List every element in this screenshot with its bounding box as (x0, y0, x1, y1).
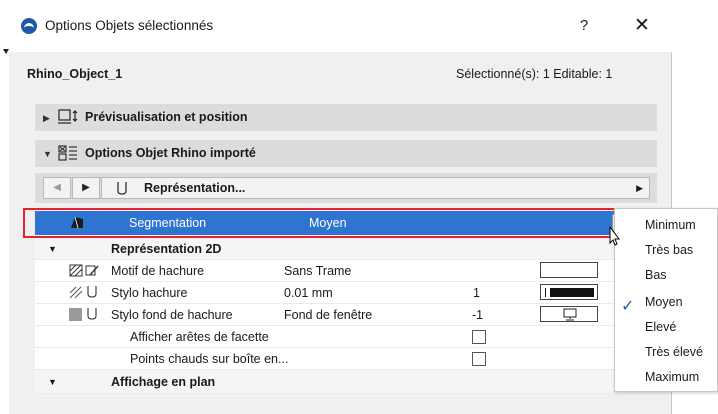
collapse-arrow-icon[interactable]: ▼ (48, 244, 57, 254)
title-bar: Options Objets sélectionnés ? ✕ (9, 0, 672, 52)
option-tres-bas[interactable]: Très bas (645, 243, 693, 257)
left-edge-strip (0, 0, 9, 414)
pen-representation-icon (117, 182, 127, 195)
collapse-arrow-icon[interactable]: ▼ (48, 377, 57, 387)
row-motif-hachure[interactable]: Motif de hachure Sans Trame (35, 260, 657, 282)
object-options-icon (58, 145, 77, 161)
section-rhino-options[interactable]: ▼ Options Objet Rhino importé (35, 140, 657, 167)
pen-icon (87, 308, 97, 320)
help-button[interactable]: ? (569, 14, 599, 38)
option-maximum[interactable]: Maximum (645, 370, 699, 384)
previous-page-button[interactable]: ◀ (43, 177, 71, 199)
pen-swatch[interactable] (540, 284, 598, 300)
row-stylo-hachure[interactable]: Stylo hachure 0.01 mm 1 (35, 282, 657, 304)
section-label: Options Objet Rhino importé (85, 146, 256, 160)
close-button[interactable]: ✕ (627, 14, 657, 38)
object-name: Rhino_Object_1 (27, 67, 123, 81)
pen-color-fill (550, 288, 594, 297)
group-label: Affichage en plan (111, 375, 216, 389)
monitor-icon (563, 308, 577, 321)
pen-number: -1 (472, 308, 484, 322)
group-label: Représentation 2D (111, 242, 222, 256)
edit-pattern-icon (85, 265, 99, 276)
highlight-frame (23, 208, 652, 238)
option-bas[interactable]: Bas (645, 268, 667, 282)
row-value: 0.01 mm (284, 286, 333, 300)
pattern-swatch[interactable] (540, 262, 598, 278)
expand-arrow-icon[interactable]: ▶ (43, 113, 50, 124)
preview-position-icon (58, 109, 78, 124)
group-affichage-plan[interactable]: ▼ Affichage en plan (35, 370, 657, 394)
page-selector[interactable]: Représentation... ▶ (101, 177, 650, 199)
option-tres-eleve[interactable]: Très élevé (645, 345, 703, 359)
aretes-checkbox[interactable] (472, 330, 486, 344)
row-label: Stylo fond de hachure (111, 308, 233, 322)
segmentation-dropdown: Minimum Très bas Bas ✓ Moyen Elevé Très … (614, 208, 718, 392)
pen-hatch-icon (69, 286, 83, 299)
row-stylo-fond-hachure[interactable]: Stylo fond de hachure Fond de fenêtre -1 (35, 304, 657, 326)
checkmark-icon: ✓ (621, 298, 635, 315)
selection-info: Sélectionné(s): 1 Editable: 1 (456, 67, 613, 81)
row-points-chauds[interactable]: Points chauds sur boîte en... (35, 348, 657, 370)
page-selector-arrow-icon: ▶ (636, 183, 643, 193)
pen-number: 1 (473, 286, 480, 300)
group-representation-2d[interactable]: ▼ Représentation 2D (35, 238, 657, 260)
window-background-swatch[interactable] (540, 306, 598, 322)
section-preview-position[interactable]: ▶ Prévisualisation et position (35, 104, 657, 131)
archicad-app-icon (21, 18, 37, 34)
row-label: Motif de hachure (111, 264, 205, 278)
option-minimum[interactable]: Minimum (645, 218, 696, 232)
fill-pattern-icon (69, 264, 83, 277)
pen-line-marker (545, 288, 546, 297)
mouse-cursor-icon (609, 226, 620, 246)
pen-icon (87, 286, 97, 298)
row-value: Sans Trame (284, 264, 352, 278)
option-moyen[interactable]: Moyen (645, 295, 683, 309)
row-value: Fond de fenêtre (284, 308, 373, 322)
section-label: Prévisualisation et position (85, 110, 248, 124)
row-afficher-aretes[interactable]: Afficher arêtes de facette (35, 326, 657, 348)
representation-navbar: ◀ ▶ Représentation... ▶ (35, 173, 657, 203)
next-page-button[interactable]: ▶ (72, 177, 100, 199)
background-pen-icon (69, 308, 82, 321)
option-eleve[interactable]: Elevé (645, 320, 676, 334)
points-checkbox[interactable] (472, 352, 486, 366)
collapse-arrow-icon[interactable]: ▼ (43, 149, 52, 159)
row-label: Points chauds sur boîte en... (130, 352, 289, 366)
page-selector-label: Représentation... (144, 181, 246, 195)
options-dialog: Options Objets sélectionnés ? ✕ Rhino_Ob… (9, 0, 672, 414)
row-label: Stylo hachure (111, 286, 188, 300)
window-title: Options Objets sélectionnés (45, 18, 214, 33)
row-label: Afficher arêtes de facette (130, 330, 269, 344)
